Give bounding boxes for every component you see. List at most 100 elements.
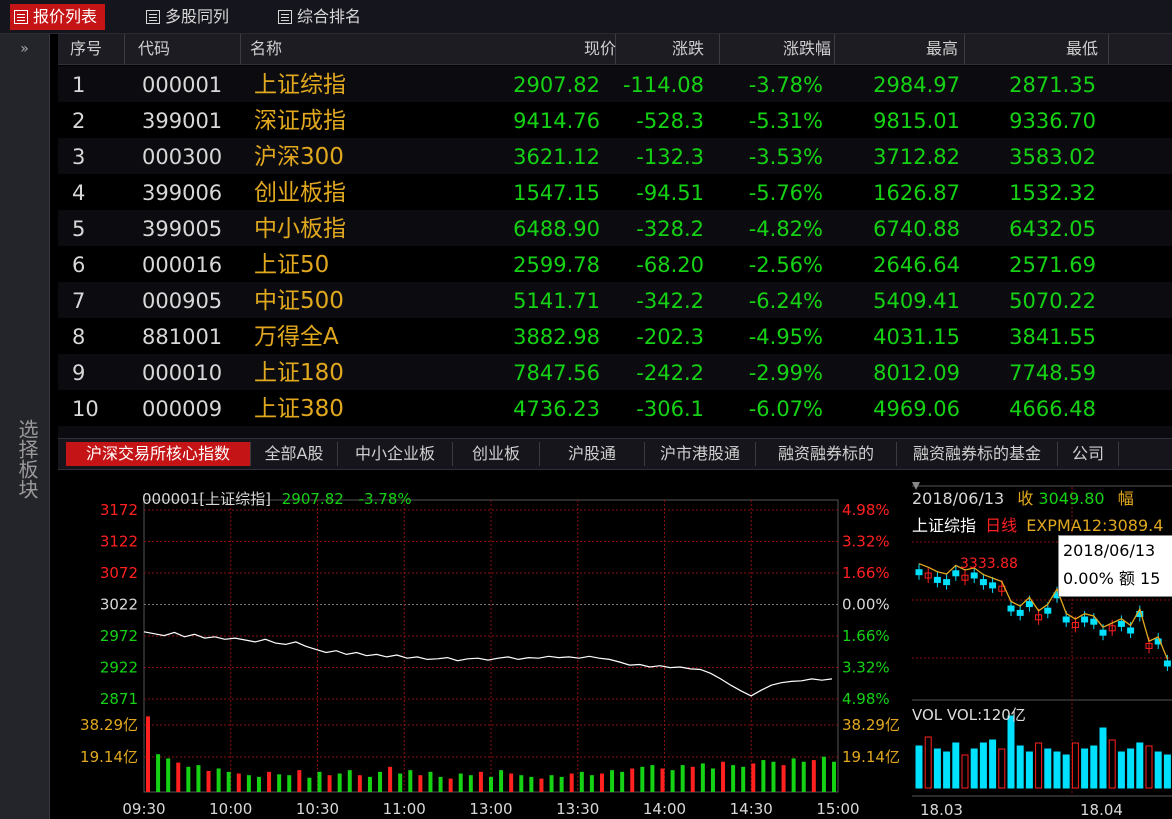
volume-bar <box>1016 745 1024 789</box>
sector-tab-3[interactable]: 创业板 <box>453 442 540 466</box>
volume-bar <box>509 773 514 792</box>
cell-no: 7 <box>72 289 86 313</box>
candle <box>1117 620 1125 627</box>
column-header-4[interactable]: 涨跌 <box>598 34 704 64</box>
table-row[interactable]: 2 399001 深证成指 9414.76 -528.3 -5.31% 9815.01 933… <box>58 102 1172 138</box>
volume-bar <box>277 774 282 792</box>
volume-bar <box>236 773 241 792</box>
table-row[interactable]: 8 881001 万得全A 3882.98 -202.3 -4.95% 4031.15 384… <box>58 318 1172 354</box>
y-tick-left: 2922 <box>100 659 138 677</box>
candle <box>933 576 941 583</box>
volume-tick-left: 19.14亿 <box>80 748 138 766</box>
kline-name: 上证综指 <box>912 516 977 535</box>
x-tick: 15:00 <box>816 800 859 818</box>
candle <box>1127 627 1135 634</box>
cell-price: 2907.82 <box>513 73 600 97</box>
cell-chg: -528.3 <box>636 109 704 133</box>
volume-bar <box>821 756 826 792</box>
table-row[interactable]: 1 000001 上证综指 2907.82 -114.08 -3.78% 2984.97 28… <box>58 66 1172 102</box>
volume-bar <box>710 768 715 792</box>
volume-bar <box>832 761 836 792</box>
volume-bar <box>1117 751 1125 789</box>
sector-tab-6[interactable]: 融资融券标的 <box>756 442 897 466</box>
sector-tab-5[interactable]: 沪市港股通 <box>645 442 756 466</box>
cell-code: 000010 <box>142 361 223 385</box>
header-divider <box>240 34 241 64</box>
tab-multi-stock[interactable]: 多股同列 <box>142 4 237 30</box>
cell-name: 上证180 <box>254 360 344 386</box>
cell-no: 6 <box>72 253 86 277</box>
table-row[interactable]: 3 000300 沪深300 3621.12 -132.3 -3.53% 3712.82 35… <box>58 138 1172 174</box>
cell-no: 1 <box>72 73 86 97</box>
sector-tab-1[interactable]: 全部A股 <box>251 442 338 466</box>
tab-quote-list[interactable]: 报价列表 <box>10 4 106 30</box>
y-tick-left: 2871 <box>100 690 138 708</box>
cell-price: 1547.15 <box>513 181 600 205</box>
volume-bar <box>650 765 655 792</box>
column-header-3[interactable]: 现价 <box>488 34 616 64</box>
column-header-7[interactable]: 最低 <box>970 34 1098 64</box>
y-tick-left: 3172 <box>100 501 138 519</box>
intraday-chart[interactable]: 3172 4.98% 3122 3.32% 3072 1.66% 3022 0.00% 2972… <box>58 482 910 819</box>
sector-tab-8[interactable]: 公司 <box>1058 442 1119 466</box>
cell-pct: -6.07% <box>748 397 823 421</box>
volume-bar <box>267 771 272 792</box>
candle <box>952 570 960 577</box>
column-header-2[interactable]: 名称 <box>250 34 282 64</box>
tab-ranking[interactable]: 综合排名 <box>274 4 369 30</box>
x-tick: 13:00 <box>469 800 512 818</box>
volume-bar <box>256 776 261 792</box>
cell-pct: -4.95% <box>748 325 823 349</box>
cell-low: 6432.05 <box>1009 217 1096 241</box>
x-tick: 18.04 <box>1080 801 1123 819</box>
volume-bar <box>660 768 665 792</box>
table-row[interactable]: 10 000009 上证380 4736.23 -306.1 -6.07% 4969.06 4… <box>58 390 1172 426</box>
table-row[interactable]: 5 399005 中小板指 6488.90 -328.2 -4.82% 6740.88 643… <box>58 210 1172 246</box>
table-row[interactable]: 4 399006 创业板指 1547.15 -94.51 -5.76% 1626.87 153… <box>58 174 1172 210</box>
cell-pct: -3.53% <box>748 145 823 169</box>
table-row[interactable]: 9 000010 上证180 7847.56 -242.2 -2.99% 8012.09 77… <box>58 354 1172 390</box>
cell-high: 1626.87 <box>873 181 960 205</box>
price-line <box>143 631 833 697</box>
volume-bar <box>989 739 997 789</box>
cell-code: 000300 <box>142 145 223 169</box>
table-row[interactable]: 6 000016 上证50 2599.78 -68.20 -2.56% 2646.64 257… <box>58 246 1172 282</box>
volume-bar <box>367 776 372 792</box>
expand-icon[interactable]: » <box>0 34 49 64</box>
cell-pct: -6.24% <box>748 289 823 313</box>
volume-tick-right: 19.14亿 <box>842 748 900 766</box>
candle <box>915 569 923 576</box>
kline-close-label: 收 <box>1017 489 1034 508</box>
cell-high: 5409.41 <box>873 289 960 313</box>
kline-range-label: 幅 <box>1117 489 1134 508</box>
cell-chg: -242.2 <box>636 361 704 385</box>
volume-bar <box>579 771 584 792</box>
column-header-6[interactable]: 最高 <box>836 34 958 64</box>
volume-bar <box>166 758 171 792</box>
cell-code: 000009 <box>142 397 223 421</box>
volume-bar <box>539 778 544 792</box>
tab-label: 综合排名 <box>297 7 362 26</box>
volume-bar <box>761 760 766 792</box>
sector-tab-4[interactable]: 沪股通 <box>540 442 645 466</box>
cell-low: 3841.55 <box>1009 325 1096 349</box>
sector-tab-7[interactable]: 融资融券标的基金 <box>897 442 1058 466</box>
cell-price: 2599.78 <box>513 253 600 277</box>
intraday-code: 000001[上证综指] <box>142 490 271 508</box>
multi-chart-icon <box>146 10 160 24</box>
column-header-5[interactable]: 涨跌幅 <box>703 34 831 64</box>
sector-tab-2[interactable]: 中小企业板 <box>338 442 453 466</box>
column-header-0[interactable]: 序号 <box>70 34 102 64</box>
header-divider <box>1108 34 1109 64</box>
kline-date: 2018/06/13 <box>912 489 1005 508</box>
select-sector-button[interactable]: 选择板块 <box>10 419 39 499</box>
cell-no: 10 <box>72 397 99 421</box>
table-row[interactable]: 7 000905 中证500 5141.71 -342.2 -6.24% 5409.41 50… <box>58 282 1172 318</box>
sector-tab-0[interactable]: 沪深交易所核心指数 <box>66 442 251 466</box>
volume-bar <box>418 775 423 792</box>
table-row-partial <box>58 426 1172 438</box>
y-tick-right: 1.66% <box>842 627 890 645</box>
cell-name: 上证380 <box>254 396 344 422</box>
cell-no: 4 <box>72 181 86 205</box>
column-header-1[interactable]: 代码 <box>138 34 170 64</box>
